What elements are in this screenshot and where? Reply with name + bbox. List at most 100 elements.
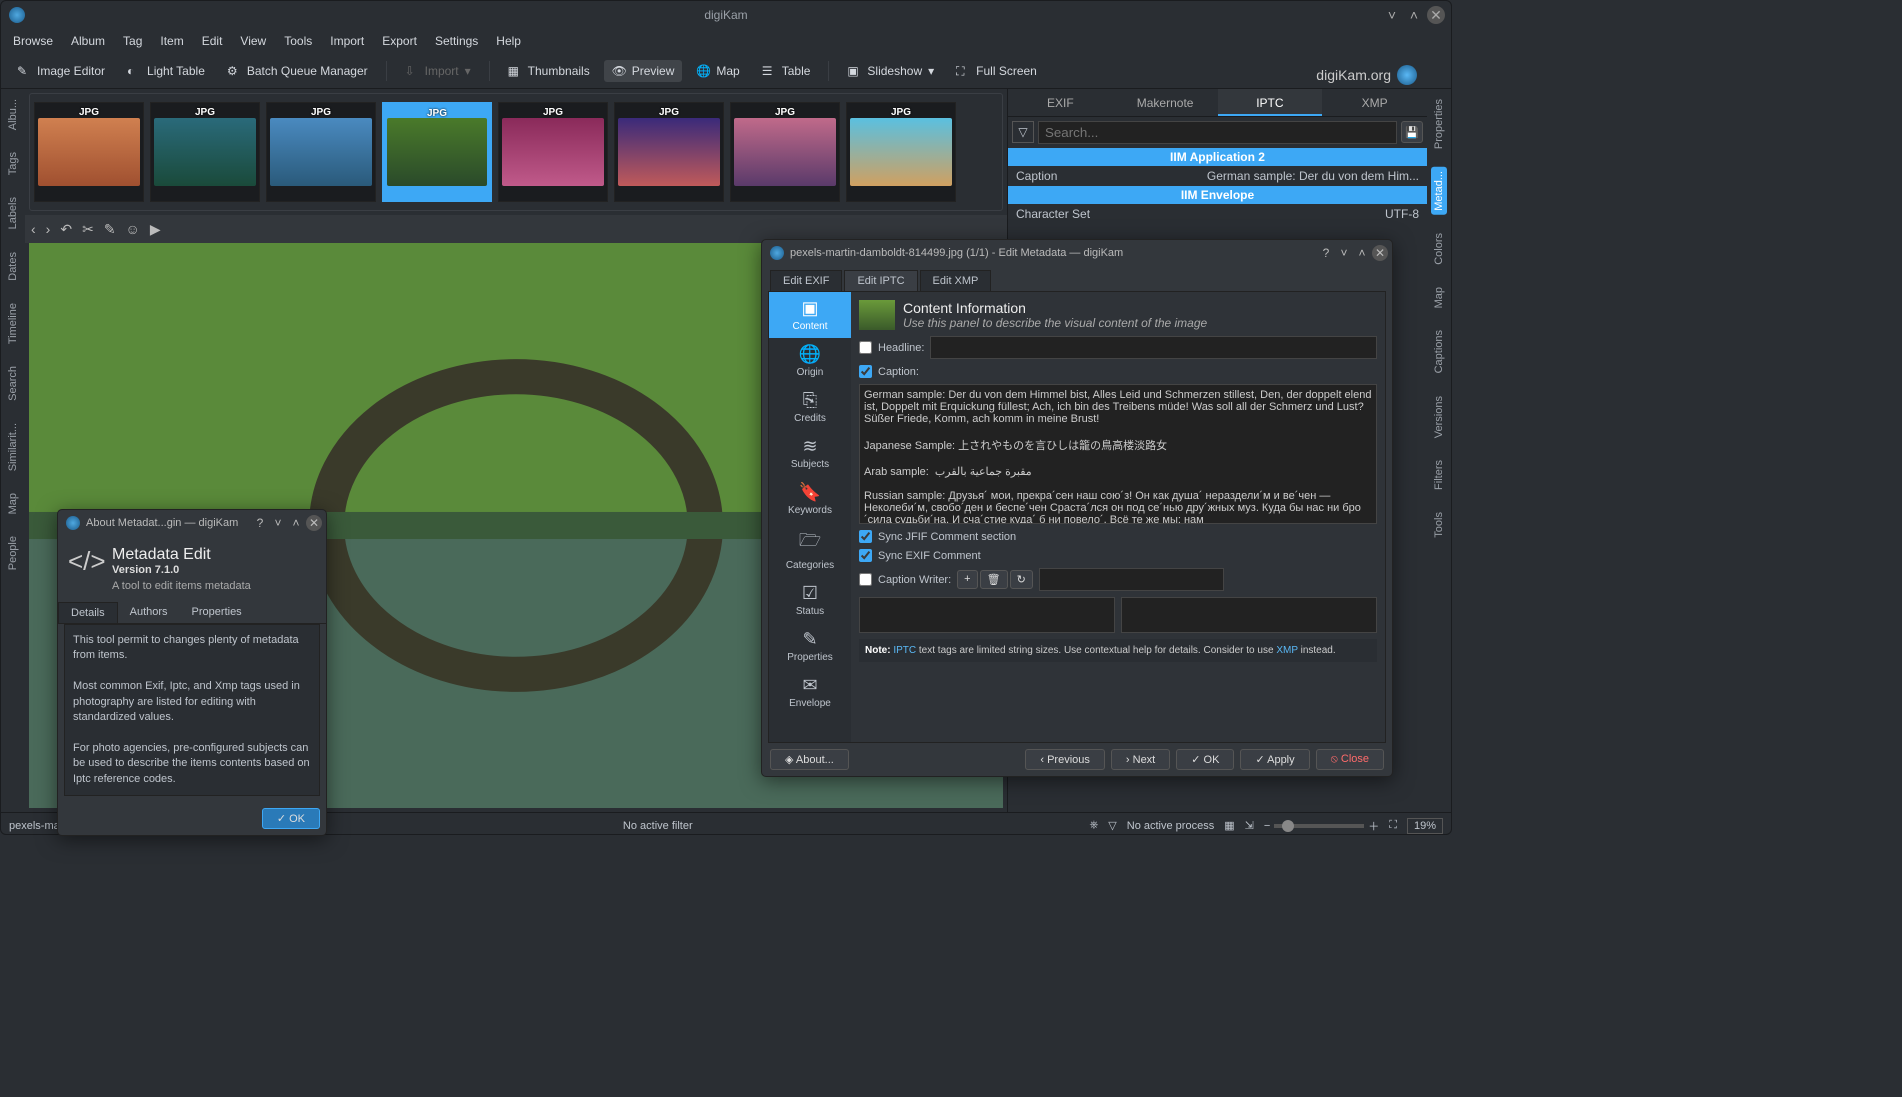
metadata-tab[interactable]: XMP — [1322, 89, 1427, 116]
menu-item[interactable]: Import — [330, 34, 364, 48]
close-icon[interactable]: ✕ — [1372, 245, 1388, 261]
refresh-button[interactable]: ↻ — [1010, 570, 1033, 589]
sidebar-tab[interactable]: Map — [1431, 283, 1447, 312]
import-button[interactable]: ⇩Import▾ — [397, 60, 479, 82]
back-icon[interactable]: ‹ — [31, 221, 36, 237]
category-item[interactable]: ✎Properties — [769, 623, 851, 669]
category-item[interactable]: 🔖Keywords — [769, 476, 851, 522]
sync-exif-checkbox[interactable] — [859, 549, 872, 562]
crop-icon[interactable]: ✂ — [82, 221, 94, 238]
category-item[interactable]: ✉Envelope — [769, 669, 851, 715]
caption-checkbox[interactable] — [859, 365, 872, 378]
table-button[interactable]: ☰Table — [754, 60, 819, 82]
thumbnail[interactable]: JPG — [498, 102, 608, 202]
metadata-row[interactable]: Character SetUTF-8 — [1008, 204, 1427, 224]
caption-writer-checkbox[interactable] — [859, 573, 872, 586]
menu-item[interactable]: Help — [496, 34, 521, 48]
menu-item[interactable]: View — [240, 34, 266, 48]
menu-item[interactable]: Album — [71, 34, 105, 48]
category-item[interactable]: ☑Status — [769, 577, 851, 623]
chevron-down-icon[interactable]: ˅ — [270, 515, 286, 531]
fit-icon[interactable]: ⛶ — [1389, 819, 1397, 832]
add-button[interactable]: + — [957, 570, 977, 589]
tag-icon[interactable]: ✎ — [104, 221, 116, 238]
headline-input[interactable] — [930, 336, 1377, 359]
apply-button[interactable]: ✓ Apply — [1240, 749, 1309, 770]
zoom-out-icon[interactable]: − — [1264, 820, 1270, 832]
sidebar-tab[interactable]: Properties — [1431, 95, 1447, 153]
zoom-in-icon[interactable]: ＋ — [1368, 818, 1379, 834]
iptc-link[interactable]: IPTC — [893, 645, 916, 656]
thumbnail[interactable]: JPG — [382, 102, 492, 202]
close-icon[interactable]: ✕ — [306, 515, 322, 531]
sidebar-tab[interactable]: Tags — [5, 148, 21, 179]
menu-item[interactable]: Tag — [123, 34, 142, 48]
thumbnail[interactable]: JPG — [34, 102, 144, 202]
metadata-tab[interactable]: EXIF — [1008, 89, 1113, 116]
menu-item[interactable]: Tools — [284, 34, 312, 48]
edit-tab[interactable]: Edit IPTC — [844, 270, 917, 291]
thumbnail[interactable]: JPG — [614, 102, 724, 202]
close-button[interactable]: ⦸ Close — [1316, 749, 1384, 770]
slideshow-button[interactable]: ▣Slideshow▾ — [839, 60, 942, 82]
sidebar-tab[interactable]: People — [5, 532, 21, 574]
metadata-tab[interactable]: Makernote — [1113, 89, 1218, 116]
sidebar-tab[interactable]: Timeline — [5, 299, 21, 348]
delete-button[interactable]: 🗑 — [980, 570, 1008, 589]
writer-list-1[interactable] — [859, 597, 1115, 633]
collapse-icon[interactable]: ⇲ — [1245, 819, 1254, 832]
bqm-button[interactable]: ⚙Batch Queue Manager — [219, 60, 376, 82]
face-icon[interactable]: ☺ — [126, 221, 140, 237]
map-button[interactable]: 🌐Map — [688, 60, 747, 82]
menu-item[interactable]: Export — [382, 34, 417, 48]
chevron-down-icon[interactable]: ˅ — [1336, 245, 1352, 261]
about-tab[interactable]: Properties — [180, 602, 254, 623]
sidebar-tab[interactable]: Map — [5, 489, 21, 518]
search-input[interactable] — [1038, 121, 1397, 144]
category-item[interactable]: 🗁Categories — [769, 522, 851, 577]
funnel-icon[interactable]: ⎈ — [1089, 819, 1098, 832]
zoom-control[interactable]: − ＋ — [1264, 818, 1379, 834]
branding[interactable]: digiKam.org — [1316, 65, 1417, 85]
category-item[interactable]: ≋Subjects — [769, 430, 851, 476]
caption-writer-input[interactable] — [1039, 568, 1224, 591]
sidebar-tab[interactable]: Albu... — [5, 95, 21, 134]
menu-item[interactable]: Settings — [435, 34, 478, 48]
chevron-up-icon[interactable]: ˄ — [288, 515, 304, 531]
preview-button[interactable]: 👁Preview — [604, 60, 683, 82]
filter-icon[interactable]: ▽ — [1012, 121, 1034, 143]
writer-list-2[interactable] — [1121, 597, 1377, 633]
help-icon[interactable]: ? — [252, 515, 268, 531]
sync-jfif-checkbox[interactable] — [859, 530, 872, 543]
sidebar-tab[interactable]: Captions — [1431, 326, 1447, 377]
menu-item[interactable]: Edit — [202, 34, 223, 48]
image-editor-button[interactable]: ✎Image Editor — [9, 60, 113, 82]
ok-button[interactable]: ✓ OK — [262, 808, 320, 829]
grid-icon[interactable]: ▦ — [1224, 819, 1234, 832]
metadata-row[interactable]: CaptionGerman sample: Der du von dem Him… — [1008, 166, 1427, 186]
sidebar-tab[interactable]: Dates — [5, 248, 21, 285]
forward-icon[interactable]: › — [46, 221, 51, 237]
zoom-value[interactable]: 19% — [1407, 818, 1443, 834]
light-table-button[interactable]: ◐Light Table — [119, 60, 213, 82]
thumbnail[interactable]: JPG — [266, 102, 376, 202]
chevron-up-icon[interactable]: ˄ — [1354, 245, 1370, 261]
edit-tab[interactable]: Edit XMP — [920, 270, 992, 291]
menu-item[interactable]: Item — [160, 34, 183, 48]
xmp-link[interactable]: XMP — [1276, 645, 1298, 656]
about-button[interactable]: ◈ About... — [770, 749, 849, 770]
thumbnail[interactable]: JPG — [846, 102, 956, 202]
thumbnail[interactable]: JPG — [150, 102, 260, 202]
thumbnail[interactable]: JPG — [730, 102, 840, 202]
fullscreen-button[interactable]: ⛶Full Screen — [948, 60, 1045, 82]
help-icon[interactable]: ? — [1318, 245, 1334, 261]
category-item[interactable]: 🌐Origin — [769, 338, 851, 384]
sidebar-tab[interactable]: Search — [5, 362, 21, 405]
metadata-group[interactable]: IIM Envelope — [1008, 186, 1427, 204]
zoom-slider[interactable] — [1274, 824, 1364, 828]
rotate-left-icon[interactable]: ↶ — [60, 221, 72, 238]
sidebar-tab[interactable]: Tools — [1431, 508, 1447, 542]
sidebar-tab[interactable]: Similarit... — [5, 419, 21, 475]
save-icon[interactable]: 💾 — [1401, 121, 1423, 143]
sidebar-tab[interactable]: Colors — [1431, 229, 1447, 269]
